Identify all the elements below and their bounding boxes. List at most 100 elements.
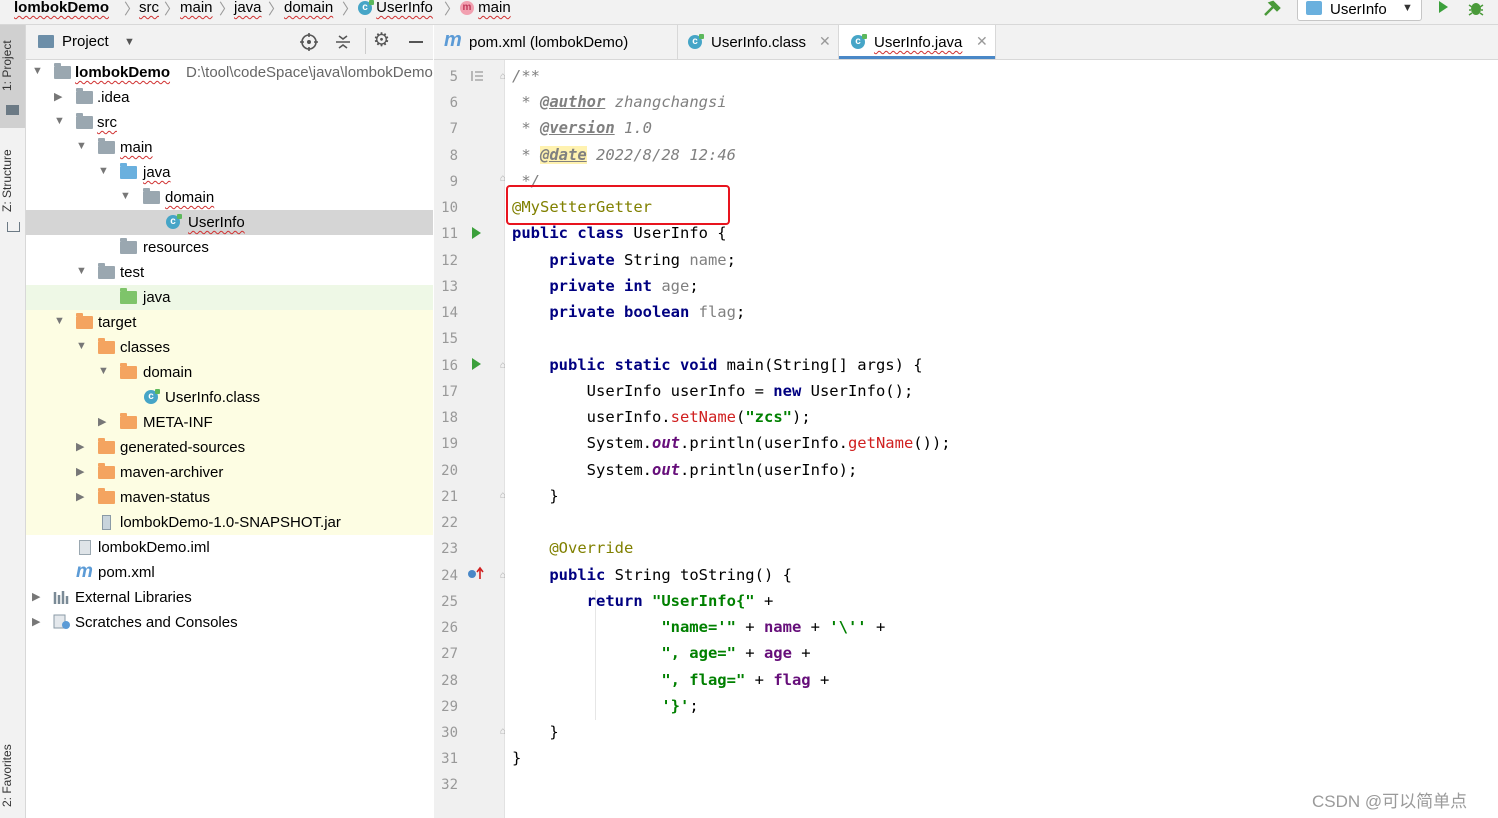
tree-item-root[interactable]: ▼ lombokDemo D:\tool\codeSpace\java\lomb…	[26, 60, 433, 85]
tree-item-userinfo-class[interactable]: c UserInfo.class	[26, 385, 433, 410]
line-number: 5	[449, 69, 458, 85]
expanded-arrow-icon[interactable]: ▼	[54, 315, 65, 327]
breadcrumb-java[interactable]: java	[234, 0, 262, 21]
chevron-down-icon[interactable]: ▼	[124, 36, 135, 48]
tree-item-classes-domain[interactable]: ▼ domain	[26, 360, 433, 385]
tree-item-src[interactable]: ▼ src	[26, 110, 433, 135]
override-method-icon[interactable]	[467, 566, 485, 580]
tab-userinfo-java[interactable]: c UserInfo.java ✕	[838, 25, 996, 59]
code-line-27: ", age=" + age +	[661, 644, 811, 662]
run-icon[interactable]	[1439, 1, 1448, 13]
expanded-arrow-icon[interactable]: ▼	[120, 190, 131, 202]
breadcrumb-method[interactable]: m main	[460, 0, 511, 21]
line-number: 26	[441, 620, 458, 636]
tree-item-external-libraries[interactable]: ▶ External Libraries	[26, 585, 433, 610]
debug-bug-icon[interactable]	[1467, 0, 1485, 16]
tree-item-meta-inf[interactable]: ▶ META-INF	[26, 410, 433, 435]
class-file-icon: c	[688, 34, 704, 49]
run-class-icon[interactable]	[472, 227, 481, 239]
tree-item-resources[interactable]: resources	[26, 235, 433, 260]
tab-favorites[interactable]: 2: Favorites	[0, 740, 25, 812]
tree-item-maven-archiver[interactable]: ▶ maven-archiver	[26, 460, 433, 485]
scratches-icon	[53, 614, 70, 629]
line-number: 14	[441, 305, 458, 321]
expanded-arrow-icon[interactable]: ▼	[98, 165, 109, 177]
close-icon[interactable]: ✕	[976, 33, 988, 50]
class-icon: c	[166, 214, 182, 229]
code-line-8: * @date 2022/8/28 12:46	[512, 146, 736, 164]
expanded-arrow-icon[interactable]: ▼	[76, 140, 87, 152]
tab-pom-xml[interactable]: m pom.xml (lombokDemo)	[434, 25, 676, 59]
tree-item-domain[interactable]: ▼ domain	[26, 185, 433, 210]
collapsed-arrow-icon[interactable]: ▶	[76, 465, 84, 478]
doc-comment-icon[interactable]	[471, 70, 484, 82]
module-folder-icon	[54, 63, 71, 79]
breadcrumb-class[interactable]: c UserInfo	[358, 0, 433, 21]
line-number: 21	[441, 489, 458, 505]
tree-item-maven-status[interactable]: ▶ maven-status	[26, 485, 433, 510]
folder-icon	[120, 363, 137, 379]
folder-icon	[98, 438, 115, 454]
tree-item-test-java[interactable]: java	[26, 285, 433, 310]
breadcrumb-main[interactable]: main	[180, 0, 213, 21]
code-editor[interactable]: /** * @author zhangchangsi * @version 1.…	[505, 60, 1498, 818]
tree-item-generated-sources[interactable]: ▶ generated-sources	[26, 435, 433, 460]
watermark: CSDN @可以简单点	[1312, 792, 1468, 811]
gear-icon[interactable]: ⚙	[373, 29, 390, 52]
tree-item-jar[interactable]: lombokDemo-1.0-SNAPSHOT.jar	[26, 510, 433, 535]
line-number: 25	[441, 594, 458, 610]
tree-item-main[interactable]: ▼ main	[26, 135, 433, 160]
collapsed-arrow-icon[interactable]: ▶	[76, 490, 84, 503]
tab-structure[interactable]: Z: Structure	[0, 141, 25, 221]
line-number: 29	[441, 699, 458, 715]
expanded-arrow-icon[interactable]: ▼	[32, 65, 43, 77]
code-line-28: ", flag=" + flag +	[661, 671, 830, 689]
run-main-icon[interactable]	[472, 358, 481, 370]
breadcrumb-src[interactable]: src	[139, 0, 159, 21]
code-line-16: public static void main(String[] args) {	[549, 356, 923, 374]
breadcrumb-domain[interactable]: domain	[284, 0, 333, 21]
collapsed-arrow-icon[interactable]: ▶	[54, 90, 62, 103]
line-number: 19	[441, 436, 458, 452]
tree-item-scratches[interactable]: ▶ Scratches and Consoles	[26, 610, 433, 635]
expanded-arrow-icon[interactable]: ▼	[76, 340, 87, 352]
maven-icon: m	[444, 29, 462, 51]
tree-item-iml[interactable]: lombokDemo.iml	[26, 535, 433, 560]
expanded-arrow-icon[interactable]: ▼	[98, 365, 109, 377]
minimize-icon[interactable]	[409, 41, 423, 43]
locate-target-icon[interactable]	[300, 33, 318, 51]
tree-item-target[interactable]: ▼ target	[26, 310, 433, 335]
line-number: 12	[441, 253, 458, 269]
expanded-arrow-icon[interactable]: ▼	[54, 115, 65, 127]
tree-item-java[interactable]: ▼ java	[26, 160, 433, 185]
run-configuration-select[interactable]: UserInfo ▼	[1297, 0, 1422, 21]
breadcrumb-project[interactable]: lombokDemo	[14, 0, 109, 21]
line-number: 10	[441, 200, 458, 216]
folder-icon	[6, 105, 19, 115]
excluded-folder-icon	[76, 313, 93, 329]
tree-item-classes[interactable]: ▼ classes	[26, 335, 433, 360]
line-number: 9	[449, 174, 458, 190]
project-view-selector[interactable]: Project	[62, 33, 109, 50]
line-number: 18	[441, 410, 458, 426]
breadcrumb-separator: 〉	[219, 1, 235, 18]
tree-item-idea[interactable]: ▶ .idea	[26, 85, 433, 110]
line-number: 15	[441, 331, 458, 347]
collapsed-arrow-icon[interactable]: ▶	[76, 440, 84, 453]
collapse-all-icon[interactable]	[334, 33, 352, 51]
line-number: 30	[441, 725, 458, 741]
collapsed-arrow-icon[interactable]: ▶	[98, 415, 106, 428]
code-line-21: }	[549, 487, 559, 505]
expanded-arrow-icon[interactable]: ▼	[76, 265, 87, 277]
collapsed-arrow-icon[interactable]: ▶	[32, 590, 40, 603]
collapsed-arrow-icon[interactable]: ▶	[32, 615, 40, 628]
breadcrumb-separator: 〉	[342, 1, 358, 18]
code-line-5: /**	[512, 67, 540, 85]
build-hammer-icon[interactable]	[1262, 0, 1282, 18]
tree-item-test[interactable]: ▼ test	[26, 260, 433, 285]
tree-item-pom[interactable]: m pom.xml	[26, 560, 433, 585]
close-icon[interactable]: ✕	[819, 33, 831, 50]
tree-item-userinfo[interactable]: c UserInfo	[26, 210, 433, 235]
tab-userinfo-class[interactable]: c UserInfo.class ✕	[677, 25, 838, 59]
tab-project[interactable]: 1: Project	[0, 33, 25, 99]
